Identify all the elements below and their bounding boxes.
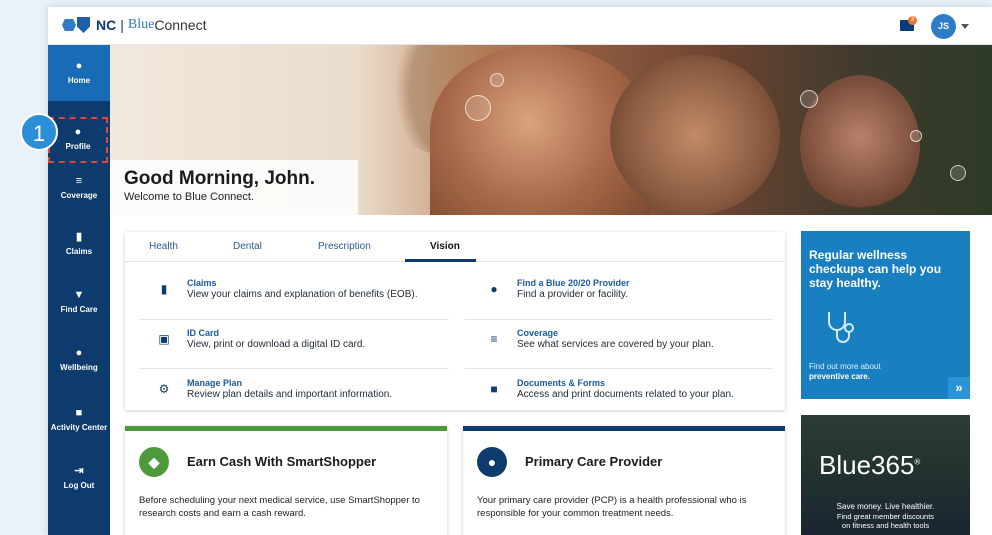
double-chevron-right-icon[interactable]: »: [948, 377, 970, 399]
sidebar-item-label: Home: [67, 76, 91, 85]
greeting-panel: Good Morning, John. Welcome to Blue Conn…: [110, 160, 358, 215]
greeting-subtitle: Welcome to Blue Connect.: [124, 191, 255, 203]
blue365-logo: Blue365®: [819, 450, 921, 480]
sidebar-item-coverage[interactable]: ≡ Coverage: [48, 175, 110, 201]
person-icon: ●: [74, 126, 82, 138]
sidebar-item-wellbeing[interactable]: ● Wellbeing: [48, 347, 110, 373]
benefit-link-find-provider[interactable]: ● Find a Blue 20/20 Provider Find a prov…: [484, 276, 774, 316]
promo-line-2: Find great member discounts: [836, 512, 935, 521]
cross-shield-icon: [62, 17, 92, 33]
tab-vision[interactable]: Vision: [430, 241, 460, 252]
greeting-title: Good Morning, John.: [124, 168, 316, 189]
card-title: Primary Care Provider: [525, 454, 663, 469]
logo-nc-text: NC: [96, 17, 117, 33]
benefit-link-manage-plan[interactable]: ⚙ Manage Plan Review plan details and im…: [154, 376, 454, 416]
promo-line-1: Find out more about: [809, 362, 881, 371]
id-card-icon: ▣: [158, 332, 170, 346]
claims-icon: ▮: [160, 282, 168, 296]
tab-prescription[interactable]: Prescription: [318, 241, 371, 252]
logo-blue-text: Blue: [127, 17, 155, 32]
logo-separator: |: [120, 17, 124, 33]
user-avatar[interactable]: JS: [931, 14, 956, 39]
wellness-promo[interactable]: Regular wellness checkups can help you s…: [801, 231, 970, 399]
promo-title: Regular wellness checkups can help you s…: [809, 248, 942, 290]
gear-icon: ⚙: [158, 382, 170, 396]
promo-link[interactable]: preventive care.: [809, 372, 870, 381]
sidebar-nav: ● Home ● Profile ≡ Coverage ▮ Claims ▼ F…: [48, 45, 110, 535]
folder-icon: ■: [490, 382, 498, 396]
benefit-link-claims[interactable]: ▮ Claims View your claims and explanatio…: [154, 276, 454, 316]
pcp-card[interactable]: ● Primary Care Provider Your primary car…: [463, 426, 785, 535]
sidebar-item-label: Coverage: [60, 191, 98, 200]
apple-icon: ●: [75, 347, 83, 359]
sidebar-item-label: Profile: [65, 142, 91, 151]
bcbsnc-logo[interactable]: NC | Blue Connect: [62, 17, 206, 33]
card-body: Before scheduling your next medical serv…: [139, 495, 420, 519]
sidebar-item-profile[interactable]: ● Profile: [48, 117, 108, 163]
sidebar-item-label: Wellbeing: [60, 363, 98, 372]
sidebar-item-find-care[interactable]: ▼ Find Care: [48, 289, 110, 315]
benefit-link-documents-forms[interactable]: ■ Documents & Forms Access and print doc…: [484, 376, 774, 416]
inbox-icon: ■: [75, 407, 83, 419]
benefit-link-coverage[interactable]: ≡ Coverage See what services are covered…: [484, 326, 774, 366]
home-icon: ●: [75, 60, 83, 72]
sidebar-item-log-out[interactable]: ⇥ Log Out: [48, 465, 110, 491]
sidebar-item-activity-center[interactable]: ■ Activity Center: [48, 407, 110, 433]
blue365-promo[interactable]: Blue365® Save money. Live healthier. Fin…: [801, 415, 970, 535]
sidebar-item-claims[interactable]: ▮ Claims: [48, 231, 110, 257]
doctor-icon: ●: [477, 447, 507, 477]
benefit-link-id-card[interactable]: ▣ ID Card View, print or download a digi…: [154, 326, 454, 366]
sidebar-item-label: Claims: [65, 247, 93, 256]
sidebar-item-label: Find Care: [60, 305, 98, 314]
card-title: Earn Cash With SmartShopper: [187, 454, 377, 469]
chevron-down-icon[interactable]: [961, 24, 969, 29]
benefits-card: Health Dental Prescription Vision ▮ Clai…: [125, 232, 785, 410]
sidebar-item-home[interactable]: ● Home: [48, 45, 110, 101]
map-pin-icon: ▼: [73, 289, 85, 301]
list-icon: ≡: [75, 175, 83, 187]
step-number-badge: 1: [20, 113, 58, 151]
logout-icon: ⇥: [74, 465, 84, 477]
logo-connect-text: Connect: [154, 17, 207, 33]
smartshopper-icon: ◆: [139, 447, 169, 477]
tab-health[interactable]: Health: [149, 241, 178, 252]
notification-badge: 3: [908, 16, 917, 25]
promo-line-3: on fitness and health tools: [841, 521, 930, 530]
stethoscope-icon: [828, 312, 854, 343]
top-header: NC | Blue Connect 3 JS: [48, 7, 992, 45]
promo-line-1: Save money. Live healthier.: [836, 502, 935, 511]
sidebar-item-label: Activity Center: [50, 423, 108, 432]
benefit-tabs: Health Dental Prescription Vision: [125, 232, 785, 262]
app-window: NC | Blue Connect 3 JS ● Home ● Profile …: [48, 7, 992, 535]
active-tab-indicator: [405, 259, 476, 262]
coverage-list-icon: ≡: [490, 332, 498, 346]
smartshopper-card[interactable]: ◆ Earn Cash With SmartShopper Before sch…: [125, 426, 447, 535]
card-body: Your primary care provider (PCP) is a he…: [477, 495, 747, 519]
sidebar-item-label: Log Out: [63, 481, 95, 490]
documents-icon: ▮: [75, 231, 83, 243]
provider-icon: ●: [490, 282, 498, 296]
tab-dental[interactable]: Dental: [233, 241, 262, 252]
